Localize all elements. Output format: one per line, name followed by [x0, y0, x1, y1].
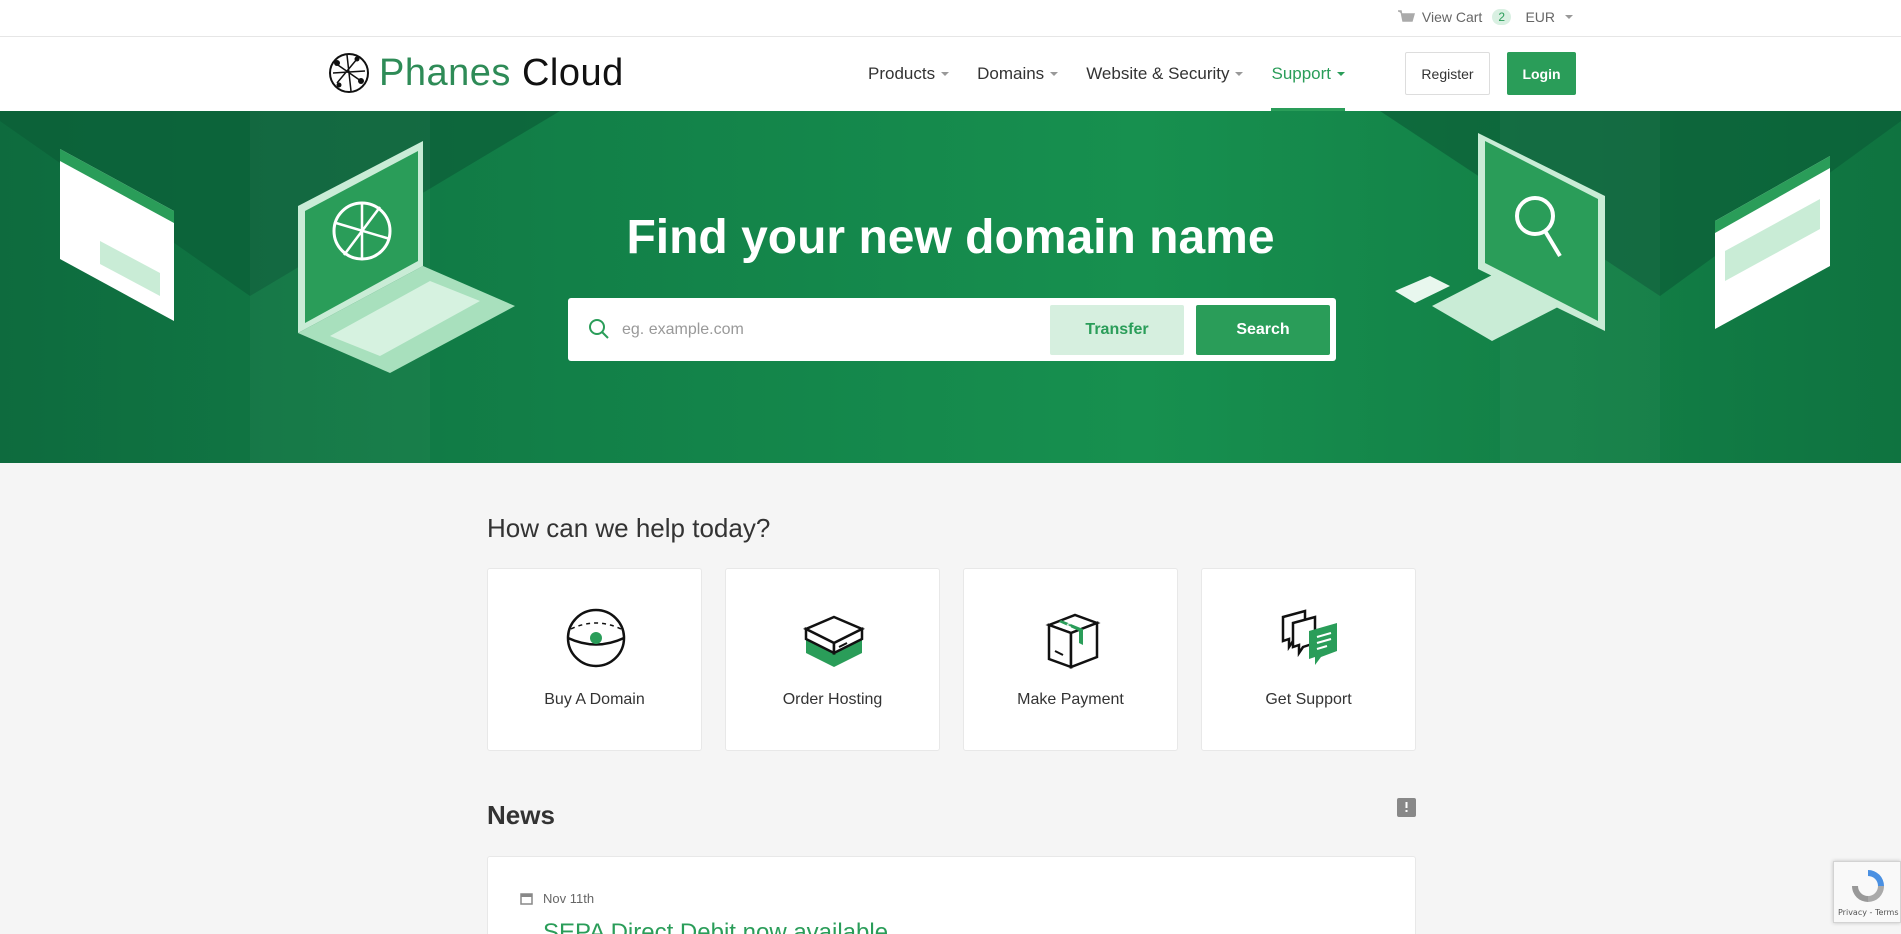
search-button[interactable]: Search — [1196, 305, 1330, 355]
make-payment-card[interactable]: $ Make Payment — [963, 568, 1178, 751]
logo-text: Phanes Cloud — [379, 52, 624, 95]
chevron-down-icon — [1565, 15, 1573, 19]
domain-search-input[interactable] — [622, 298, 1042, 361]
make-payment-label: Make Payment — [1017, 691, 1124, 708]
chevron-down-icon — [1050, 72, 1059, 76]
chevron-down-icon — [1235, 72, 1244, 76]
rss-feed-icon[interactable] — [1397, 798, 1416, 817]
main-nav: Products Domains Website & Security Supp… — [868, 37, 1373, 111]
search-icon — [589, 319, 609, 339]
news-date-label: Nov 11th — [543, 891, 595, 906]
view-cart-link[interactable]: View Cart 2 — [1396, 9, 1511, 25]
top-bar: View Cart 2 EUR — [0, 0, 1901, 37]
cart-count-badge: 2 — [1492, 9, 1511, 25]
news-headline-link[interactable]: SEPA Direct Debit now available — [543, 919, 888, 934]
chat-icon — [1281, 609, 1337, 665]
login-button[interactable]: Login — [1507, 52, 1576, 95]
nav-products-label: Products — [868, 64, 936, 83]
logo-globe-icon — [329, 53, 369, 93]
news-item-card[interactable]: Nov 11th SEPA Direct Debit now available — [487, 856, 1416, 934]
register-button[interactable]: Register — [1405, 52, 1490, 95]
nav-website-security-label: Website & Security — [1086, 64, 1230, 83]
package-icon: $ — [1045, 613, 1101, 669]
chevron-down-icon — [1337, 72, 1346, 76]
nav-support[interactable]: Support — [1271, 37, 1346, 111]
get-support-card[interactable]: Get Support — [1201, 568, 1416, 751]
hero-title: Find your new domain name — [626, 211, 1275, 264]
currency-label: EUR — [1525, 9, 1555, 25]
help-section-title: How can we help today? — [487, 513, 771, 543]
recaptcha-badge[interactable]: Privacy - Terms — [1833, 861, 1901, 923]
globe-icon — [566, 608, 626, 668]
cart-icon — [1397, 10, 1415, 22]
logo-word-phanes: Phanes — [379, 51, 511, 94]
hero-banner: Find your new domain name Transfer Searc… — [0, 111, 1901, 463]
chevron-down-icon — [941, 72, 950, 76]
domain-search-box: Transfer Search — [568, 298, 1336, 361]
buy-domain-label: Buy A Domain — [544, 691, 645, 708]
view-cart-label: View Cart — [1421, 9, 1483, 25]
news-section-title: News — [487, 800, 555, 830]
main-header: Phanes Cloud Products Domains Website & … — [0, 37, 1901, 111]
recaptcha-icon — [1852, 870, 1884, 902]
hero-illustration — [0, 111, 1901, 373]
calendar-icon — [520, 893, 533, 905]
nav-website-security[interactable]: Website & Security — [1086, 37, 1244, 111]
order-hosting-card[interactable]: Order Hosting — [725, 568, 940, 751]
nav-products[interactable]: Products — [868, 37, 950, 111]
nav-domains[interactable]: Domains — [977, 37, 1059, 111]
buy-domain-card[interactable]: Buy A Domain — [487, 568, 702, 751]
get-support-label: Get Support — [1265, 691, 1352, 708]
recaptcha-links[interactable]: Privacy - Terms — [1838, 908, 1899, 917]
news-date: Nov 11th — [520, 891, 594, 906]
nav-domains-label: Domains — [977, 64, 1045, 83]
site-logo[interactable]: Phanes Cloud — [327, 51, 624, 95]
currency-selector[interactable]: EUR — [1525, 9, 1573, 25]
server-icon — [803, 615, 865, 667]
transfer-button[interactable]: Transfer — [1050, 305, 1184, 355]
order-hosting-label: Order Hosting — [782, 691, 883, 708]
logo-word-cloud: Cloud — [521, 51, 624, 94]
comment-alert-icon — [1405, 802, 1408, 812]
nav-support-label: Support — [1271, 64, 1332, 83]
svg-text:$: $ — [1066, 622, 1072, 632]
